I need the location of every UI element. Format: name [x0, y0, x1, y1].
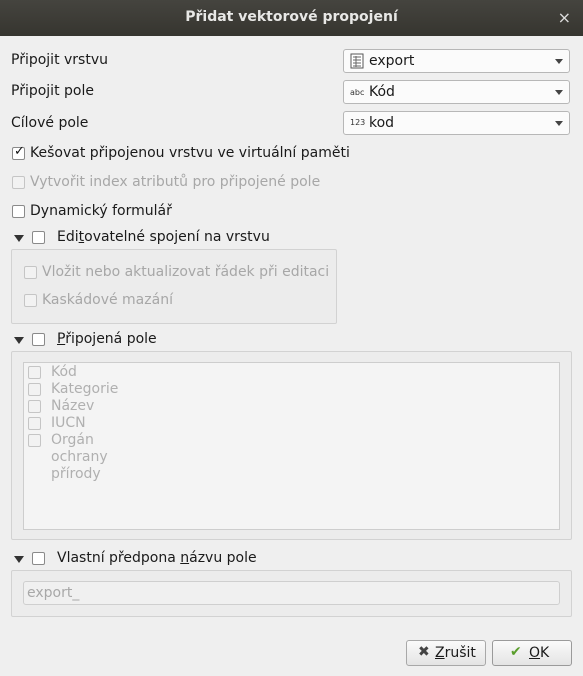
joined-fields-checkbox[interactable] [32, 333, 45, 346]
title-bar: Přidat vektorové propojení × [0, 0, 583, 36]
close-icon[interactable]: × [558, 8, 571, 27]
integer-type-icon: 123 [350, 118, 366, 127]
collapse-triangle-icon[interactable] [14, 337, 24, 344]
target-field-combo[interactable]: 123 kod [343, 111, 570, 135]
joined-fields-list: Kód Kategorie Název IUCN Orgán ochrany p… [23, 362, 560, 530]
cache-checkbox[interactable]: ✓ [12, 144, 25, 160]
field-label: Orgán ochrany přírody [51, 432, 108, 482]
chevron-down-icon [555, 90, 563, 95]
join-layer-value: export [369, 53, 415, 69]
join-field-value: Kód [369, 84, 395, 100]
join-layer-combo[interactable]: export [343, 49, 570, 73]
cancel-label: Zrušit [435, 645, 476, 661]
join-layer-label: Připojit vrstvu [11, 52, 108, 68]
cancel-button[interactable]: ✖ Zrušit [406, 640, 486, 666]
custom-prefix-label: Vlastní předpona názvu pole [57, 550, 257, 566]
collapse-triangle-icon[interactable] [14, 556, 24, 563]
chevron-down-icon [555, 59, 563, 64]
upsert-checkbox [24, 266, 37, 279]
field-checkbox [28, 434, 41, 447]
table-icon [350, 53, 364, 71]
collapse-triangle-icon[interactable] [14, 235, 24, 242]
ok-check-icon: ✔ [510, 644, 522, 660]
prefix-input: export_ [23, 581, 560, 605]
ok-button[interactable]: ✔ OK [492, 640, 572, 666]
checkmark-icon: ✓ [14, 144, 25, 159]
cascade-delete-checkbox [24, 294, 37, 307]
field-label: IUCN [51, 415, 86, 431]
field-label: Kód [51, 364, 77, 380]
field-label: Název [51, 398, 95, 414]
editable-join-label: Editovatelné spojení na vrstvu [57, 229, 270, 245]
target-field-value: kod [369, 115, 395, 131]
join-field-label: Připojit pole [11, 83, 94, 99]
prefix-value: export_ [27, 585, 80, 601]
field-checkbox [28, 400, 41, 413]
dynamic-form-label: Dynamický formulář [30, 203, 172, 219]
chevron-down-icon [555, 121, 563, 126]
field-checkbox [28, 417, 41, 430]
target-field-label: Cílové pole [11, 115, 89, 131]
field-label: Kategorie [51, 381, 119, 397]
index-checkbox [12, 176, 25, 189]
text-type-icon: abc [350, 88, 365, 97]
joined-fields-label: Připojená pole [57, 331, 157, 347]
join-field-combo[interactable]: abc Kód [343, 80, 570, 104]
field-checkbox [28, 383, 41, 396]
ok-label: OK [529, 645, 550, 661]
editable-join-group: Vložit nebo aktualizovat řádek při edita… [11, 249, 337, 324]
editable-join-checkbox[interactable] [32, 231, 45, 244]
dynamic-form-checkbox[interactable] [12, 205, 25, 218]
cascade-delete-label: Kaskádové mazání [42, 292, 173, 308]
custom-prefix-checkbox[interactable] [32, 552, 45, 565]
upsert-label: Vložit nebo aktualizovat řádek při edita… [42, 264, 330, 280]
field-checkbox [28, 366, 41, 379]
cancel-x-icon: ✖ [418, 644, 430, 660]
window-title: Přidat vektorové propojení [185, 9, 398, 25]
index-label: Vytvořit index atributů pro připojené po… [30, 174, 321, 190]
cache-label: Kešovat připojenou vrstvu ve virtuální p… [30, 145, 350, 161]
